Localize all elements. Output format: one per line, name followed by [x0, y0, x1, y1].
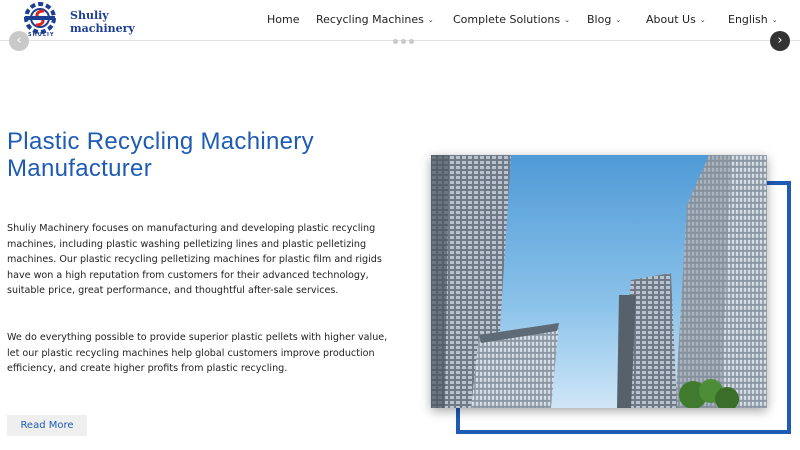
chevron-left-icon: ‹ — [16, 33, 22, 48]
site-logo[interactable]: SHULIY Shuliy machinery — [22, 2, 135, 38]
hero-paragraph-1: Shuliy Machinery focuses on manufacturin… — [7, 223, 382, 296]
chevron-right-icon: › — [777, 33, 783, 48]
chevron-down-icon: ⌄ — [564, 16, 570, 24]
slider-prev-button[interactable]: ‹ — [9, 31, 29, 51]
nav-item-about-us[interactable]: About Us ⌄ — [646, 13, 706, 26]
language-selector[interactable]: English ⌄ — [728, 13, 778, 26]
chevron-down-icon: ⌄ — [615, 16, 622, 24]
slider-dot[interactable] — [393, 39, 398, 44]
nav-item-label: About Us — [646, 13, 696, 26]
chevron-down-icon: ⌄ — [699, 16, 706, 24]
nav-item-recycling-machines[interactable]: Recycling Machines ⌄ — [316, 13, 434, 26]
hero-title: Plastic Recycling Machinery Manufacturer — [7, 128, 314, 182]
nav-item-label: Home — [267, 13, 300, 26]
chevron-down-icon: ⌄ — [427, 16, 434, 24]
chevron-down-icon: ⌄ — [771, 16, 778, 24]
logo-name-line1: Shuliy — [70, 9, 109, 22]
read-more-button[interactable]: Read More — [7, 415, 87, 436]
logo-subtext: SHULIY — [28, 32, 55, 38]
hero-photo-buildings — [431, 155, 767, 408]
logo-name-line2: machinery — [70, 22, 135, 35]
slider-pagination — [393, 29, 417, 48]
slider-next-button[interactable]: › — [770, 31, 790, 51]
buildings-image — [431, 155, 767, 408]
nav-item-label: Blog — [587, 13, 612, 26]
nav-item-home[interactable]: Home — [267, 13, 299, 26]
slider-dot[interactable] — [401, 39, 406, 44]
hero-paragraph-2: We do everything possible to provide sup… — [7, 332, 388, 374]
nav-item-label: Recycling Machines — [316, 13, 424, 26]
nav-item-label: Complete Solutions — [453, 13, 561, 26]
nav-item-complete-solutions[interactable]: Complete Solutions ⌄ — [453, 13, 570, 26]
nav-item-blog[interactable]: Blog ⌄ — [587, 13, 621, 26]
slider-dot[interactable] — [409, 39, 414, 44]
language-label: English — [728, 13, 768, 26]
